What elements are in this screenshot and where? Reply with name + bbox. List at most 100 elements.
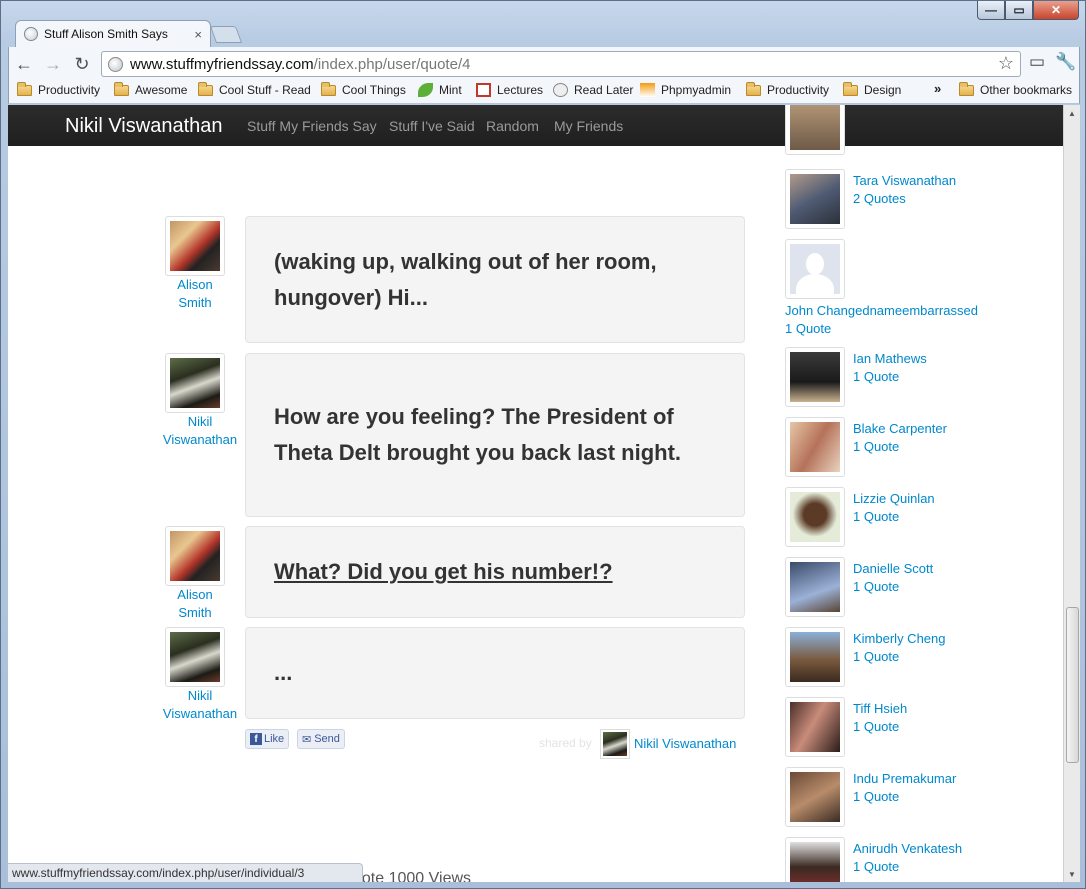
- friend-name-link[interactable]: John Changednameembarrassed: [785, 303, 978, 318]
- friend-name-link[interactable]: Tara Viswanathan: [853, 173, 956, 188]
- friend-avatar[interactable]: [785, 417, 845, 477]
- friend-name-link[interactable]: Anirudh Venkatesh: [853, 841, 962, 856]
- other-bookmarks[interactable]: Other bookmarks: [959, 81, 1072, 97]
- shared-by-label: shared by: [539, 736, 592, 750]
- reload-icon[interactable]: ↻: [71, 53, 93, 75]
- address-bar[interactable]: www.stuffmyfriendssay.com/index.php/user…: [101, 51, 1021, 77]
- friend-avatar[interactable]: [785, 239, 845, 299]
- speaker-name-link[interactable]: Alison Smith: [155, 276, 235, 312]
- avatar: [170, 358, 220, 408]
- browser-tab[interactable]: Stuff Alison Smith Says ×: [15, 20, 211, 47]
- speaker-name-link[interactable]: Nikil Viswanathan: [155, 687, 245, 723]
- bookmark-item[interactable]: Productivity: [17, 81, 100, 97]
- close-window-button[interactable]: ✕: [1033, 1, 1079, 20]
- maximize-button[interactable]: ▭: [1005, 1, 1033, 20]
- folder-icon: [843, 81, 858, 96]
- site-navbar: Nikil Viswanathan Stuff My Friends Say S…: [8, 105, 1063, 146]
- friend-avatar[interactable]: [785, 105, 845, 155]
- bookmark-item[interactable]: Read Later: [553, 83, 633, 97]
- phpmyadmin-icon: [640, 83, 655, 97]
- nav-random[interactable]: Random: [486, 118, 539, 134]
- friend-avatar[interactable]: [785, 627, 845, 687]
- bookmark-item[interactable]: Phpmyadmin: [640, 83, 731, 97]
- friend-avatar[interactable]: [785, 347, 845, 407]
- scrollbar-thumb[interactable]: [1066, 607, 1079, 763]
- friend-quote-count[interactable]: 1 Quote: [853, 859, 899, 874]
- page-menu-icon[interactable]: ▭: [1029, 52, 1045, 72]
- facebook-icon: f: [250, 733, 262, 745]
- avatar: [790, 422, 840, 472]
- bookmark-label: Read Later: [574, 83, 634, 97]
- bookmark-star-icon[interactable]: ☆: [998, 53, 1014, 74]
- speaker-name-link[interactable]: Nikil Viswanathan: [155, 413, 245, 449]
- facebook-like-button[interactable]: f Like: [245, 729, 290, 749]
- new-tab-button[interactable]: [209, 26, 243, 43]
- facebook-send-button[interactable]: ✉ Send: [297, 729, 345, 749]
- friend-quote-count[interactable]: 2 Quotes: [853, 191, 906, 206]
- friend-avatar[interactable]: [785, 697, 845, 757]
- friend-quote-count[interactable]: 1 Quote: [853, 789, 899, 804]
- friend-quote-count[interactable]: 1 Quote: [853, 439, 899, 454]
- like-label: Like: [264, 733, 285, 745]
- bookmark-label: Mint: [439, 83, 462, 97]
- speaker-avatar[interactable]: [165, 526, 225, 586]
- friend-quote-count[interactable]: 1 Quote: [853, 369, 899, 384]
- brand-link[interactable]: Nikil Viswanathan: [65, 115, 223, 138]
- vertical-scrollbar[interactable]: ▲ ▼: [1063, 105, 1080, 882]
- nav-stuff-my-friends-say[interactable]: Stuff My Friends Say: [247, 118, 377, 134]
- friend-name-link[interactable]: Ian Mathews: [853, 351, 927, 366]
- sharer-name-link[interactable]: Nikil Viswanathan: [634, 736, 736, 751]
- forward-arrow-icon[interactable]: →: [42, 53, 64, 75]
- friend-avatar[interactable]: [785, 837, 845, 882]
- speaker-avatar[interactable]: [165, 627, 225, 687]
- avatar: [790, 174, 840, 224]
- avatar: [170, 632, 220, 682]
- quote-bubble: How are you feeling? The President of Th…: [245, 353, 745, 517]
- sharer-avatar[interactable]: [600, 729, 630, 759]
- bookmark-item[interactable]: Cool Things: [321, 81, 406, 97]
- speaker-avatar[interactable]: [165, 216, 225, 276]
- bookmark-item[interactable]: Mint: [418, 83, 462, 97]
- bookmark-item[interactable]: Design: [843, 81, 901, 97]
- browser-toolbar: ← → ↻ www.stuffmyfriendssay.com/index.ph…: [8, 47, 1080, 80]
- nav-stuff-ive-said[interactable]: Stuff I've Said: [389, 118, 475, 134]
- scroll-up-arrow-icon[interactable]: ▲: [1064, 105, 1080, 121]
- more-bookmarks-chevron[interactable]: »: [934, 81, 941, 96]
- friend-name-link[interactable]: Lizzie Quinlan: [853, 491, 935, 506]
- friend-name-link[interactable]: Blake Carpenter: [853, 421, 947, 436]
- speaker-avatar[interactable]: [165, 353, 225, 413]
- page-icon: [108, 56, 123, 72]
- bookmark-label: Cool Things: [342, 83, 406, 97]
- friend-name-link[interactable]: Kimberly Cheng: [853, 631, 946, 646]
- quote-bubble: (waking up, walking out of her room, hun…: [245, 216, 745, 343]
- friend-avatar[interactable]: [785, 169, 845, 229]
- close-tab-icon[interactable]: ×: [194, 27, 202, 42]
- friend-quote-count[interactable]: 1 Quote: [853, 719, 899, 734]
- friend-name-link[interactable]: Indu Premakumar: [853, 771, 956, 786]
- scroll-down-arrow-icon[interactable]: ▼: [1064, 866, 1080, 882]
- nav-my-friends[interactable]: My Friends: [554, 118, 623, 134]
- folder-icon: [114, 81, 129, 96]
- quote-bubble[interactable]: What? Did you get his number!?: [245, 526, 745, 618]
- url-host: www.stuffmyfriendssay.com: [130, 55, 314, 73]
- back-arrow-icon[interactable]: ←: [13, 53, 35, 75]
- friend-quote-count[interactable]: 1 Quote: [853, 509, 899, 524]
- friend-avatar[interactable]: [785, 767, 845, 827]
- mint-leaf-icon: [418, 83, 433, 97]
- friend-name-link[interactable]: Tiff Hsieh: [853, 701, 907, 716]
- friend-quote-count[interactable]: 1 Quote: [853, 649, 899, 664]
- default-avatar-icon: [790, 244, 840, 294]
- friend-quote-count[interactable]: 1 Quote: [785, 321, 831, 336]
- bookmark-item[interactable]: Lectures: [476, 83, 543, 97]
- bookmark-item[interactable]: Productivity: [746, 81, 829, 97]
- minimize-button[interactable]: —: [977, 1, 1005, 20]
- speaker-name-link[interactable]: Alison Smith: [155, 586, 235, 622]
- wrench-icon[interactable]: 🔧: [1055, 52, 1076, 72]
- bookmark-item[interactable]: Cool Stuff - Read: [198, 81, 311, 97]
- friend-quote-count[interactable]: 1 Quote: [853, 579, 899, 594]
- quote-text[interactable]: What? Did you get his number!?: [274, 554, 613, 590]
- bookmark-item[interactable]: Awesome: [114, 81, 187, 97]
- friend-avatar[interactable]: [785, 557, 845, 617]
- friend-avatar[interactable]: [785, 487, 845, 547]
- friend-name-link[interactable]: Danielle Scott: [853, 561, 933, 576]
